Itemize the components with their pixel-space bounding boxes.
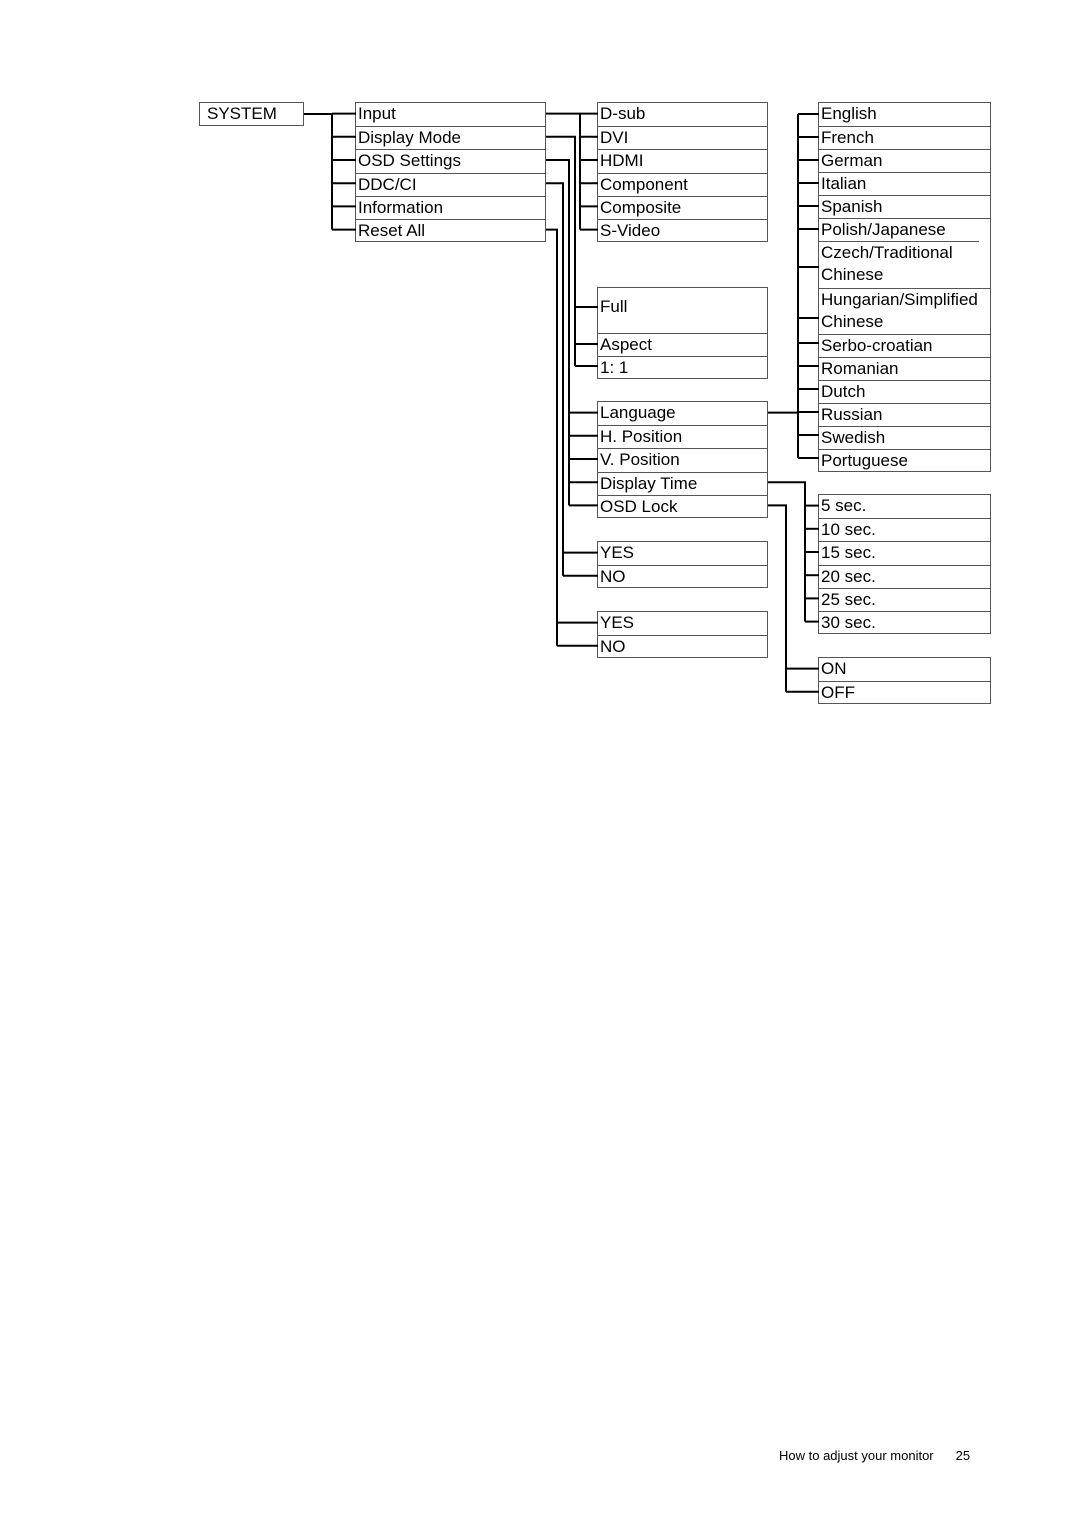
reset-all-option: YES: [600, 613, 635, 632]
input-option: D-sub: [600, 104, 646, 123]
level1-menu: Input Display Mode OSD Settings DDC/CI Infor…: [355, 102, 546, 242]
connector-ddcci: [546, 182, 564, 576]
language-option: English: [821, 104, 877, 123]
display-time-option: 20 sec.: [819, 564, 990, 588]
ddcci-option: YES: [600, 543, 635, 562]
language-option: Czech/Traditional Chinese: [819, 241, 979, 288]
level1-menu-item: OSD Settings: [356, 149, 545, 172]
level1-menu-item: Input: [358, 104, 396, 123]
language-option: Serbo-croatian: [819, 334, 990, 357]
level1-menu-item: DDC/CI: [356, 172, 545, 196]
language-option: Russian: [819, 403, 990, 426]
display-mode-option: Aspect: [598, 333, 767, 356]
osd-lock-options-menu: ON OFF: [818, 657, 991, 704]
osd-settings-option: Display Time: [598, 471, 767, 495]
language-option: Polish/Japanese: [819, 218, 990, 241]
input-option: Composite: [598, 195, 767, 219]
osd-settings-option: H. Position: [598, 425, 767, 448]
reset-all-option: NO: [598, 635, 767, 658]
display-mode-option: 1: 1: [598, 356, 767, 379]
connector-osd-settings: [546, 159, 570, 506]
osd-settings-option: V. Position: [598, 448, 767, 471]
osd-lock-option: ON: [821, 659, 847, 678]
connector-display-time: [768, 481, 806, 622]
reset-all-options-menu: YES NO: [597, 611, 768, 658]
language-option: Dutch: [819, 380, 990, 403]
language-option: Hungarian/Simplified Chinese: [819, 288, 990, 334]
connector-reset-all: [546, 228, 558, 646]
display-time-option: 30 sec.: [819, 611, 990, 634]
display-mode-options-menu: Full Aspect 1: 1: [597, 287, 768, 379]
page-footer: How to adjust your monitor 25: [779, 1448, 970, 1463]
level1-menu-item: Reset All: [356, 219, 545, 242]
level1-menu-item: Display Mode: [356, 126, 545, 149]
input-option: Component: [598, 172, 767, 196]
display-time-options-menu: 5 sec. 10 sec. 15 sec. 20 sec. 25 sec. 30 sec…: [818, 494, 991, 634]
language-option: Romanian: [819, 357, 990, 380]
display-time-option: 5 sec.: [821, 496, 867, 515]
input-options-menu: D-sub DVI HDMI Component Composite S-Video: [597, 102, 768, 242]
osd-settings-option: OSD Lock: [598, 494, 767, 518]
language-option: Portuguese: [819, 449, 990, 472]
language-option: Swedish: [819, 426, 990, 449]
root-node-system: SYSTEM: [199, 102, 304, 126]
osd-settings-options-menu: Language H. Position V. Position Display Ti…: [597, 401, 768, 518]
language-option: French: [819, 126, 990, 149]
display-mode-option: Full: [600, 297, 628, 316]
language-options-menu: English French German Italian Spanish Po…: [818, 102, 991, 472]
display-time-option: 25 sec.: [819, 587, 990, 611]
language-option: Italian: [819, 172, 990, 195]
language-option: Spanish: [819, 195, 990, 218]
osd-lock-option: OFF: [819, 681, 990, 704]
input-option: DVI: [598, 126, 767, 149]
osd-settings-option: Language: [600, 403, 676, 422]
ddcci-options-menu: YES NO: [597, 541, 768, 588]
footer-section-title: How to adjust your monitor: [779, 1448, 934, 1463]
connector-osd-lock: [768, 504, 787, 692]
page-number: 25: [955, 1448, 971, 1463]
input-option: S-Video: [598, 219, 767, 242]
display-time-option: 10 sec.: [819, 518, 990, 541]
input-option: HDMI: [598, 149, 767, 172]
language-option: German: [819, 149, 990, 172]
root-node-label: SYSTEM: [207, 104, 277, 123]
ddcci-option: NO: [598, 565, 767, 588]
level1-menu-item: Information: [356, 195, 545, 219]
display-time-option: 15 sec.: [819, 541, 990, 564]
connector-display-mode: [546, 135, 576, 366]
